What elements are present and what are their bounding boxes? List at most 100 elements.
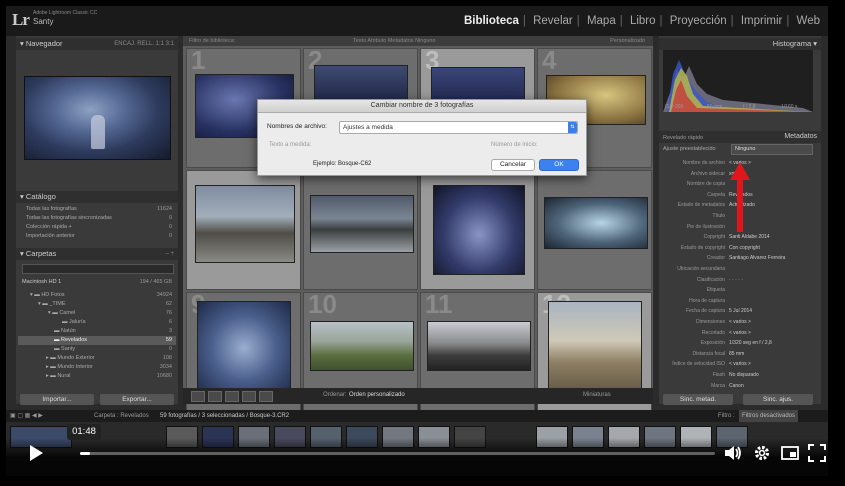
navigator-zoom[interactable]: ENCAJ. RELL. 1:1 3:1: [110, 38, 174, 50]
select-arrows-icon: ⇅: [568, 122, 577, 133]
sync-metadata-button[interactable]: Sinc. metad.: [663, 394, 733, 405]
metadata-value[interactable]: 5 Jul 2014: [729, 308, 752, 314]
module-mapa[interactable]: Mapa: [587, 15, 616, 27]
metadata-value[interactable]: < varios >: [729, 361, 751, 367]
catalog-header[interactable]: ▾ Catálogo: [16, 191, 178, 203]
filmstrip-icons[interactable]: ▣ ▢ ▦ ◀ ▶: [10, 410, 43, 422]
metadata-header[interactable]: Revelado rápido Metadatos: [659, 131, 821, 143]
metadata-label: Marca: [711, 382, 725, 389]
grid-cell[interactable]: [303, 170, 418, 290]
grid-view-icon[interactable]: [191, 391, 205, 402]
grid-cell[interactable]: [537, 170, 652, 290]
folder-item[interactable]: ▾ ▬ _TIME: [38, 301, 66, 307]
histogram-header[interactable]: Histograma ▾: [659, 38, 821, 50]
video-controls: [0, 438, 845, 486]
volume-icon[interactable]: [724, 444, 742, 467]
metadata-label: Etiqueta: [706, 287, 725, 294]
metadata-label: Estado de metadatos: [677, 202, 725, 209]
start-number-label: Número de inicio:: [491, 142, 538, 148]
folder-item[interactable]: ▸ ▬ Mundo Exterior: [46, 355, 95, 361]
metadata-value[interactable]: Santiago Alvarez Ferreira: [729, 255, 785, 261]
metadata-label: Nombre de archivo: [682, 160, 725, 166]
metadata-value[interactable]: No disparado: [729, 372, 759, 378]
dialog-title: Cambiar nombre de 3 fotografías: [258, 100, 586, 113]
folder-item[interactable]: ▸ ▬ Mundo Interior: [46, 364, 93, 370]
survey-view-icon[interactable]: [242, 391, 256, 402]
metadata-label: Distancia focal: [692, 350, 725, 357]
folder-item[interactable]: ▬ Santy: [54, 346, 75, 352]
compare-view-icon[interactable]: [225, 391, 239, 402]
picture-in-picture-icon[interactable]: [781, 444, 799, 467]
metadata-value[interactable]: < varios >: [729, 319, 751, 325]
catalog-item[interactable]: Colección rápida +: [26, 224, 72, 230]
catalog-count: 0: [168, 224, 172, 230]
folder-item[interactable]: ▬ Natún: [54, 328, 76, 334]
import-button[interactable]: Importar...: [20, 394, 94, 405]
sort-order-select[interactable]: Orden personalizado: [349, 392, 405, 398]
loupe-view-icon[interactable]: [208, 391, 222, 402]
metadata-label: Fecha de captura: [686, 308, 725, 315]
folder-item[interactable]: ▾ ▬ Camel: [48, 310, 75, 316]
metadata-value[interactable]: Santi Aldabe 2014: [729, 234, 770, 240]
filter-tabs[interactable]: Texto Atributo Metadatos Ninguno: [353, 36, 436, 46]
filmstrip-source[interactable]: Carpeta : Revelados: [94, 410, 149, 422]
navigator-header[interactable]: ▾ Navegador ENCAJ. RELL. 1:1 3:1: [16, 38, 178, 50]
thumbnail-size-label: Miniaturas: [583, 392, 611, 398]
metadata-label: Archivo sidecar: [690, 170, 725, 177]
filter-label: Filtro :: [718, 413, 735, 419]
fullscreen-icon[interactable]: [808, 444, 826, 467]
cancel-button[interactable]: Cancelar: [491, 159, 535, 171]
folder-count: 6: [168, 319, 172, 325]
metadata-value[interactable]: Canon: [729, 383, 744, 389]
grid-cell-selected[interactable]: [420, 170, 535, 290]
folders-title: Carpetas: [25, 249, 57, 258]
folder-item[interactable]: ▬ Jaluría: [62, 319, 86, 325]
catalog-item[interactable]: Importación anterior: [26, 233, 75, 239]
filter-select[interactable]: Filtros desactivados: [739, 410, 799, 422]
metadata-value[interactable]: Con copyright: [729, 245, 760, 251]
module-libro[interactable]: Libro: [630, 15, 656, 27]
histogram: [663, 50, 813, 112]
catalog-count: 11624: [157, 206, 172, 212]
navigator-preview[interactable]: [24, 76, 171, 160]
folder-count: 0: [168, 346, 172, 352]
filter-preset[interactable]: Personalizado: [610, 36, 645, 46]
metadata-value[interactable]: 85 mm: [729, 351, 744, 357]
people-view-icon[interactable]: [259, 391, 273, 402]
folders-header[interactable]: ▾ Carpetas – +: [16, 248, 178, 260]
catalog-item[interactable]: Todas las fotografías sincronizadas: [26, 215, 112, 221]
quick-develop-label[interactable]: Revelado rápido: [663, 135, 703, 141]
metadata-value[interactable]: · · · · ·: [729, 277, 743, 283]
video-progress-track[interactable]: [80, 452, 715, 455]
annotation-arrow-icon: [730, 162, 750, 232]
grid-cell-selected[interactable]: [186, 170, 301, 290]
filename-template-select[interactable]: Ajustes a medida ⇅: [339, 121, 578, 134]
left-panel: ▾ Navegador ENCAJ. RELL. 1:1 3:1 ▾ Catálo…: [16, 36, 178, 405]
metadata-value[interactable]: 1/320 seg en f / 2,8: [729, 340, 772, 346]
metadata-title: Metadatos: [784, 133, 817, 140]
sync-settings-button[interactable]: Sinc. ajus.: [743, 394, 813, 405]
play-icon[interactable]: [28, 444, 44, 467]
custom-text-label: Texto a medida:: [269, 142, 312, 148]
grid-toolbar: Ordenar: Orden personalizado Miniaturas: [183, 388, 653, 404]
drive-name[interactable]: Macintosh HD 1: [22, 279, 61, 285]
module-revelar[interactable]: Revelar: [533, 15, 573, 27]
folder-item[interactable]: ▸ ▬ Nural: [46, 373, 70, 379]
module-imprimir[interactable]: Imprimir: [741, 15, 783, 27]
metadata-preset-select[interactable]: Ninguno: [731, 144, 813, 155]
ok-button[interactable]: OK: [539, 159, 579, 171]
module-proyeccion[interactable]: Proyección: [670, 15, 727, 27]
catalog-item[interactable]: Todas las fotografías: [26, 206, 77, 212]
settings-gear-icon[interactable]: [753, 444, 771, 467]
folder-search-field[interactable]: [22, 264, 174, 274]
filename-template-value: Ajustes a medida: [343, 124, 393, 131]
module-biblioteca[interactable]: Biblioteca: [464, 15, 519, 27]
metadata-label: Copyright: [703, 234, 725, 241]
export-button[interactable]: Exportar...: [100, 394, 174, 405]
folder-item-selected[interactable]: ▬ Revelados: [54, 337, 87, 343]
folder-item[interactable]: ▾ ▬ HD Fotos: [30, 292, 65, 298]
folder-count: 3034: [159, 364, 172, 370]
catalog-count: 0: [168, 233, 172, 239]
module-web[interactable]: Web: [797, 15, 820, 27]
metadata-value[interactable]: < varios >: [729, 330, 751, 336]
